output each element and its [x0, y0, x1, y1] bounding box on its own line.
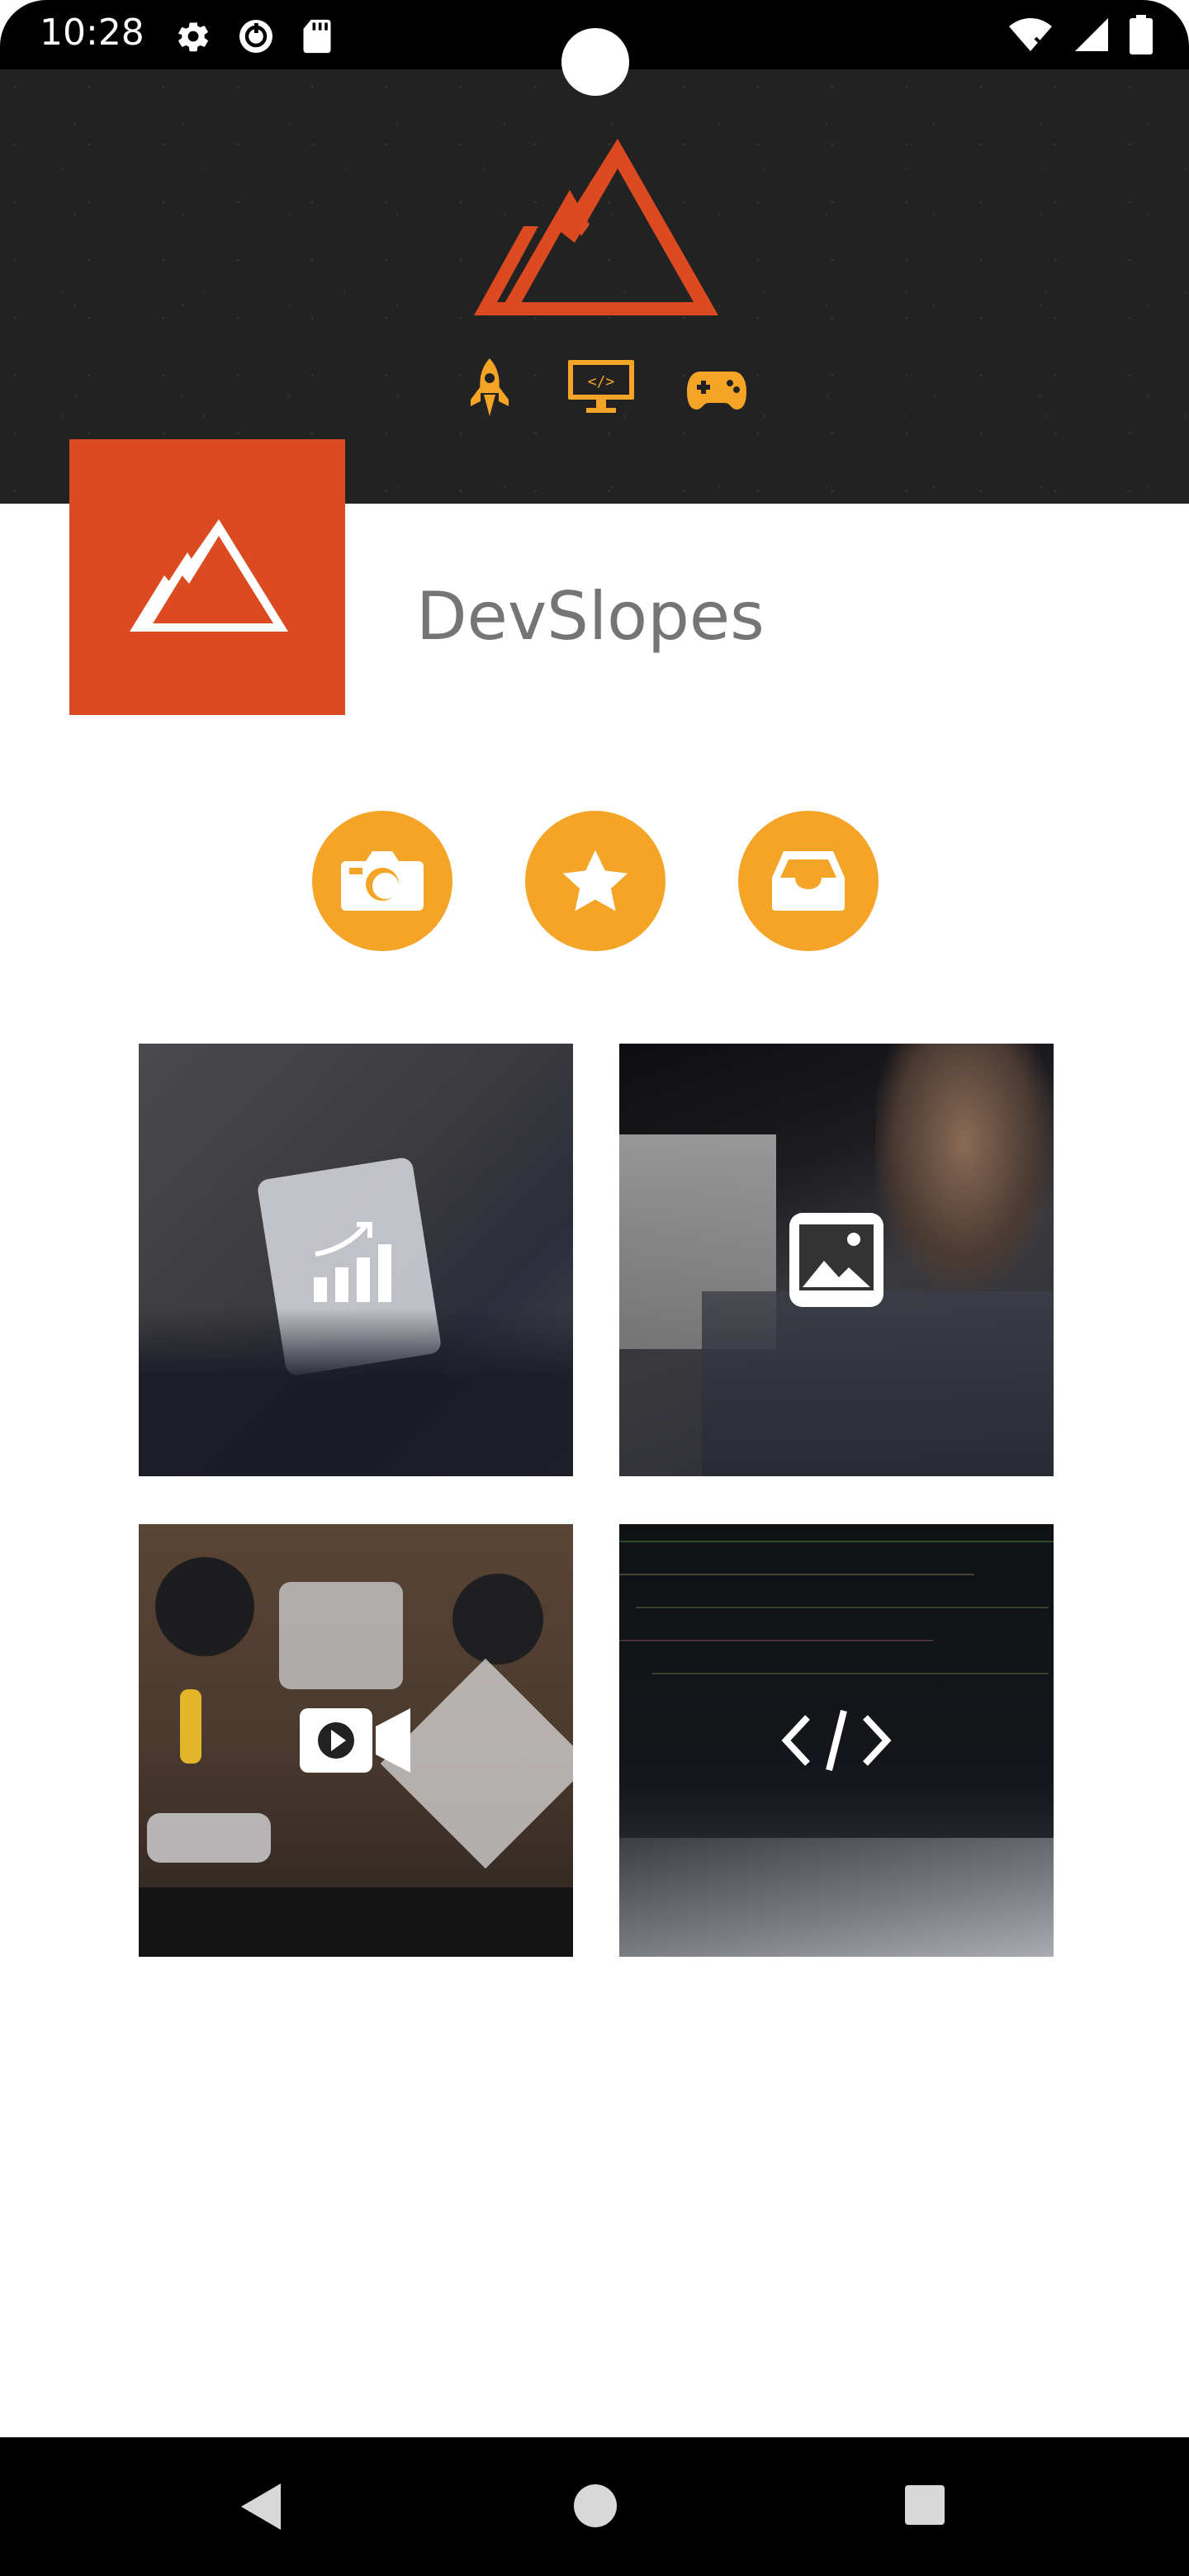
recents-icon[interactable]	[903, 2484, 946, 2526]
mountain-logo	[474, 139, 718, 315]
image-icon	[789, 1213, 883, 1307]
sync-icon	[239, 20, 272, 53]
code-icon	[781, 1710, 892, 1771]
sd-card-icon	[303, 19, 331, 54]
battery-icon	[1130, 15, 1153, 54]
navigation-bar	[0, 2437, 1189, 2576]
inbox-button[interactable]	[738, 811, 879, 951]
status-time: 10:28	[40, 12, 144, 54]
svg-text:</>: </>	[588, 373, 615, 391]
mountain-logo	[130, 519, 288, 632]
signal-icon	[1075, 18, 1108, 51]
gamepad-icon	[687, 372, 746, 410]
inbox-icon	[772, 851, 845, 911]
gallery-tile[interactable]	[619, 1044, 1054, 1476]
rocket-icon	[471, 358, 509, 416]
video-camera-icon	[300, 1708, 410, 1773]
status-icons-left	[175, 17, 334, 56]
header-category-icons: </>	[462, 357, 751, 423]
wifi-icon	[1009, 18, 1052, 51]
back-icon[interactable]	[238, 2480, 284, 2533]
video-tile[interactable]	[139, 1524, 573, 1957]
code-monitor-icon: </>	[568, 360, 634, 413]
favorites-button[interactable]	[525, 811, 666, 951]
profile-avatar	[69, 439, 345, 715]
home-icon[interactable]	[573, 2484, 618, 2528]
status-icons-right	[1007, 15, 1153, 54]
gear-icon	[178, 21, 208, 52]
camera-icon	[341, 851, 424, 911]
camera-button[interactable]	[312, 811, 452, 951]
profile-name: DevSlopes	[416, 578, 765, 655]
camera-cutout	[561, 28, 629, 96]
code-tile[interactable]	[619, 1524, 1054, 1957]
star-icon	[562, 850, 628, 912]
analytics-tile[interactable]	[139, 1044, 573, 1476]
analytics-icon	[314, 1222, 391, 1302]
